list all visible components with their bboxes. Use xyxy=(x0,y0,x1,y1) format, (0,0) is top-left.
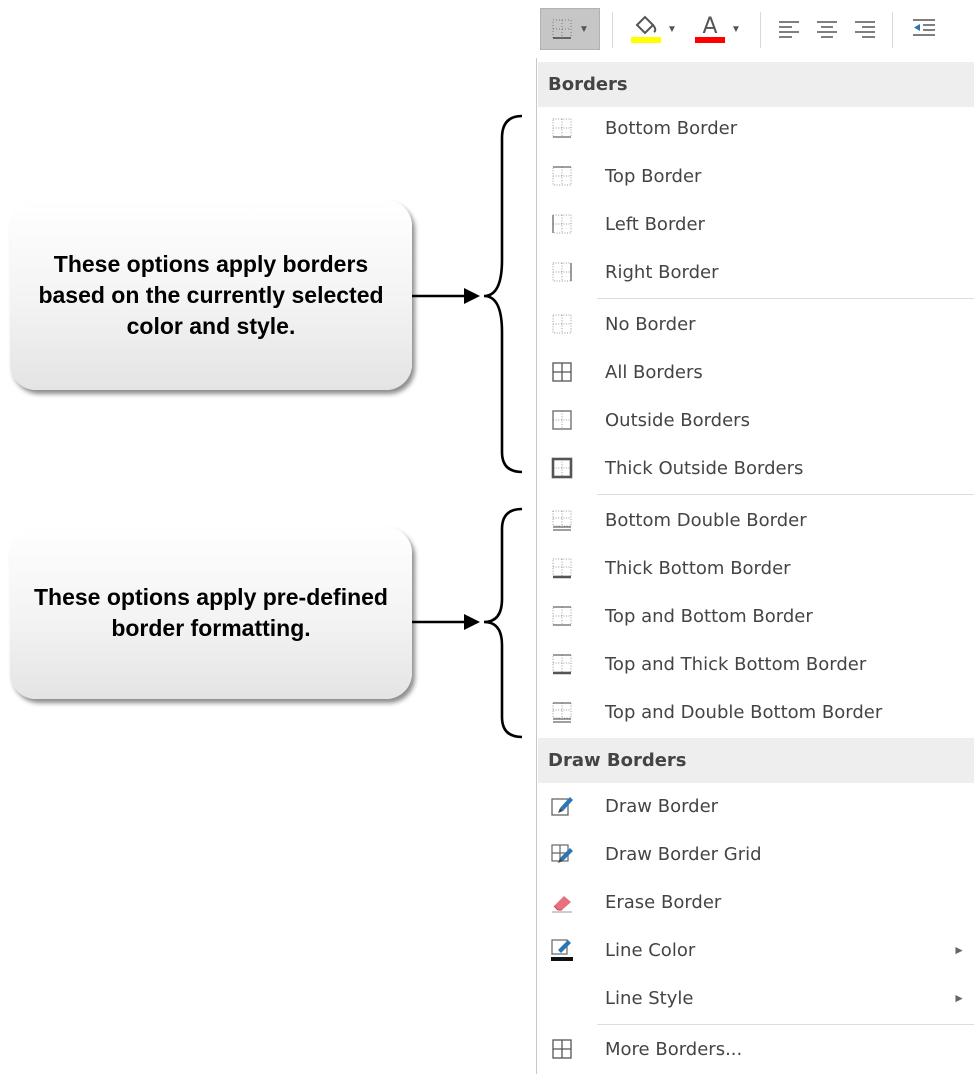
bottom-border-icon xyxy=(552,19,572,39)
menu-item-label: Line Color xyxy=(605,939,696,961)
top-border-icon xyxy=(552,166,572,186)
menu-item-no-border[interactable]: No Border xyxy=(538,301,974,347)
align-left-icon xyxy=(779,21,799,38)
menu-item-label: Erase Border xyxy=(605,891,722,913)
menu-item-line-style[interactable]: Line Style ► xyxy=(538,975,974,1021)
menu-item-all-borders[interactable]: All Borders xyxy=(538,349,974,395)
left-border-icon xyxy=(552,214,572,234)
curly-brace-arrow xyxy=(412,114,523,474)
font-color-button[interactable]: A ▼ xyxy=(688,8,748,50)
align-center-button[interactable] xyxy=(812,8,842,50)
chevron-down-icon: ▼ xyxy=(579,23,589,35)
menu-item-right-border[interactable]: Right Border xyxy=(538,249,974,295)
ribbon-toolbar: ▼ ▼ A ▼ xyxy=(536,0,974,59)
menu-item-label: Left Border xyxy=(605,213,705,235)
fill-color-button[interactable]: ▼ xyxy=(624,8,684,50)
menu-item-outside-borders[interactable]: Outside Borders xyxy=(538,397,974,443)
menu-item-bottom-border[interactable]: Bottom Border xyxy=(538,105,974,151)
top-and-bottom-border-icon xyxy=(552,606,572,626)
menu-item-thick-outside-borders[interactable]: Thick Outside Borders xyxy=(538,445,974,491)
menu-item-label: More Borders... xyxy=(605,1038,743,1060)
menu-item-label: No Border xyxy=(605,313,696,335)
decrease-indent-button[interactable] xyxy=(904,8,944,50)
svg-text:A: A xyxy=(703,14,718,39)
toolbar-separator xyxy=(612,12,613,48)
menu-item-label: Top Border xyxy=(605,165,702,187)
menu-item-label: Top and Double Bottom Border xyxy=(605,701,883,723)
borders-dropdown-button[interactable]: ▼ xyxy=(540,8,600,50)
chevron-down-icon: ▼ xyxy=(731,23,741,35)
menu-item-label: Thick Outside Borders xyxy=(605,457,804,479)
menu-item-label: Right Border xyxy=(605,261,719,283)
menu-item-bottom-double-border[interactable]: Bottom Double Border xyxy=(538,497,974,543)
align-right-icon xyxy=(855,21,875,38)
line-color-icon xyxy=(551,939,573,961)
menu-item-label: Top and Thick Bottom Border xyxy=(605,653,867,675)
menu-item-thick-bottom-border[interactable]: Thick Bottom Border xyxy=(538,545,974,591)
thick-bottom-border-icon xyxy=(552,558,572,579)
menu-divider xyxy=(597,298,974,299)
chevron-down-icon: ▼ xyxy=(667,23,677,35)
menu-divider xyxy=(597,494,974,495)
menu-item-label: Line Style xyxy=(605,987,694,1009)
menu-item-label: Draw Border Grid xyxy=(605,843,762,865)
align-right-button[interactable] xyxy=(850,8,880,50)
callout-predefined: These options apply pre-defined border f… xyxy=(10,527,412,699)
callout-text: These options apply pre-defined border f… xyxy=(34,584,388,641)
top-and-double-bottom-border-icon xyxy=(552,702,572,723)
submenu-arrow-icon: ► xyxy=(953,943,965,957)
bottom-border-icon xyxy=(552,118,572,138)
top-and-thick-bottom-border-icon xyxy=(552,654,572,675)
menu-item-top-border[interactable]: Top Border xyxy=(538,153,974,199)
menu-item-top-and-thick-bottom-border[interactable]: Top and Thick Bottom Border xyxy=(538,641,974,687)
menu-item-label: Outside Borders xyxy=(605,409,750,431)
outside-borders-icon xyxy=(552,410,572,430)
menu-item-label: Bottom Border xyxy=(605,117,738,139)
no-border-icon xyxy=(552,314,572,334)
menu-item-erase-border[interactable]: Erase Border xyxy=(538,879,974,925)
callout-current-style: These options apply borders based on the… xyxy=(10,200,412,390)
menu-item-more-borders[interactable]: More Borders... xyxy=(538,1026,974,1072)
menu-item-line-color[interactable]: Line Color ► xyxy=(538,927,974,973)
align-center-icon xyxy=(817,21,837,38)
all-borders-icon xyxy=(552,1039,572,1059)
font-color-icon: A xyxy=(695,14,726,43)
toolbar-separator xyxy=(760,12,761,48)
all-borders-icon xyxy=(552,362,572,382)
decrease-indent-icon xyxy=(913,19,935,36)
menu-item-label: Draw Border xyxy=(605,795,719,817)
menu-item-draw-border-grid[interactable]: Draw Border Grid xyxy=(538,831,974,877)
curly-brace-arrow xyxy=(412,507,523,739)
menu-item-top-and-bottom-border[interactable]: Top and Bottom Border xyxy=(538,593,974,639)
menu-item-label: Thick Bottom Border xyxy=(605,557,791,579)
menu-item-label: All Borders xyxy=(605,361,703,383)
menu-item-left-border[interactable]: Left Border xyxy=(538,201,974,247)
draw-border-icon xyxy=(551,797,573,816)
align-left-button[interactable] xyxy=(774,8,804,50)
menu-item-label: Top and Bottom Border xyxy=(605,605,813,627)
menu-item-draw-border[interactable]: Draw Border xyxy=(538,783,974,829)
borders-dropdown-menu: Borders Bottom Border Top Border Left Bo… xyxy=(536,58,974,1074)
draw-border-grid-icon xyxy=(551,844,573,863)
toolbar-separator xyxy=(892,12,893,48)
menu-divider xyxy=(597,1024,974,1025)
borders-section-header: Borders xyxy=(538,62,974,107)
thick-outside-borders-icon xyxy=(551,457,573,479)
submenu-arrow-icon: ► xyxy=(953,991,965,1005)
paint-bucket-icon xyxy=(631,15,662,43)
eraser-icon xyxy=(552,896,572,913)
menu-item-top-and-double-bottom-border[interactable]: Top and Double Bottom Border xyxy=(538,689,974,735)
menu-item-label: Bottom Double Border xyxy=(605,509,807,531)
callout-text: These options apply borders based on the… xyxy=(38,250,384,339)
draw-borders-section-header: Draw Borders xyxy=(538,738,974,783)
right-border-icon xyxy=(552,262,572,282)
bottom-double-border-icon xyxy=(552,510,572,531)
